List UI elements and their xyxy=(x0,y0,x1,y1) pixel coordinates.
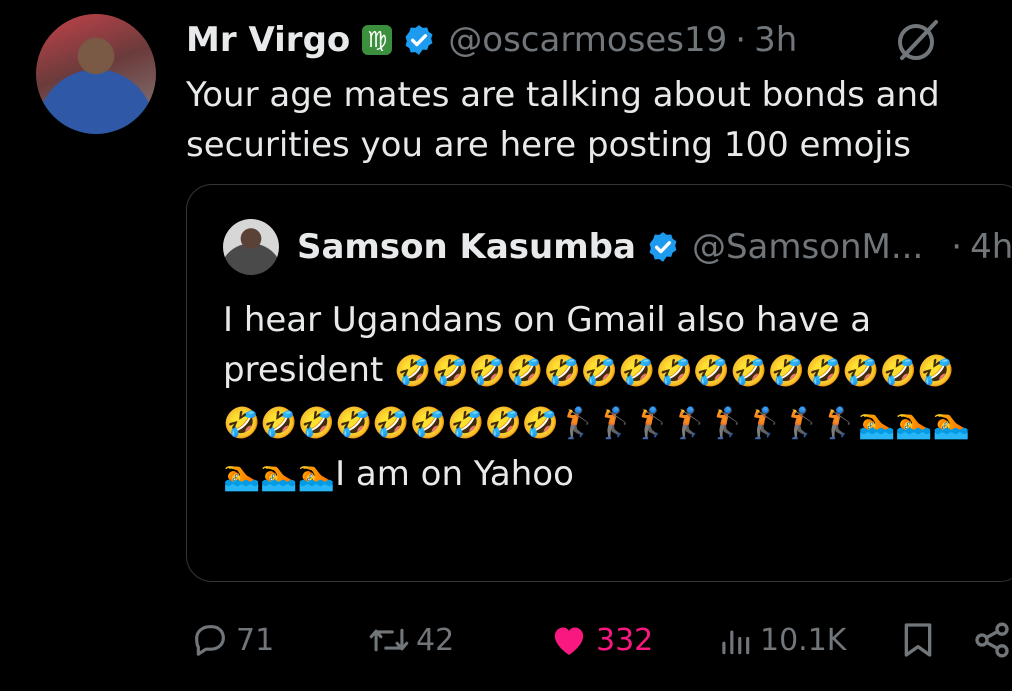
repost-icon xyxy=(369,628,409,652)
author-avatar[interactable] xyxy=(36,14,156,134)
separator-dot: · xyxy=(951,227,963,267)
quoted-author-avatar[interactable] xyxy=(223,219,279,275)
tweet-text: Your age mates are talking about bonds a… xyxy=(186,75,940,165)
repost-button[interactable]: 42 xyxy=(368,612,454,668)
author-name[interactable]: Mr Virgo xyxy=(186,20,350,60)
tweet-time[interactable]: 3h xyxy=(754,20,797,60)
like-button[interactable]: 332 xyxy=(548,612,653,668)
reply-count: 71 xyxy=(236,622,275,658)
heart-icon xyxy=(554,627,584,655)
separator-dot: · xyxy=(735,20,747,60)
author-handle[interactable]: @oscarmoses19 xyxy=(448,20,727,60)
views-icon xyxy=(722,630,750,655)
reply-icon xyxy=(195,625,225,656)
zodiac-badge: ♍ xyxy=(362,25,393,55)
quoted-tweet-header: Samson Kasumba @SamsonM... · 4h xyxy=(297,227,1012,267)
share-button[interactable] xyxy=(972,612,1012,668)
tweet-header: Mr Virgo ♍ @oscarmoses19 · 3h xyxy=(186,18,797,62)
quoted-author-handle[interactable]: @SamsonM... xyxy=(692,227,923,267)
quoted-author-name[interactable]: Samson Kasumba xyxy=(297,227,636,267)
bookmark-button[interactable] xyxy=(898,612,938,668)
verified-badge-icon xyxy=(646,230,680,264)
share-icon xyxy=(975,622,1009,658)
quoted-tweet-card[interactable]: Samson Kasumba @SamsonM... · 4h I hear U… xyxy=(186,184,1012,582)
bookmark-icon xyxy=(904,623,932,657)
grok-icon[interactable] xyxy=(892,14,944,66)
like-count: 332 xyxy=(596,622,654,658)
repost-count: 42 xyxy=(416,622,455,658)
verified-badge-icon xyxy=(402,23,436,57)
tweet-actions: 71 42 332 10.1K xyxy=(190,612,1012,668)
views-count: 10.1K xyxy=(760,622,847,658)
quoted-tweet-time[interactable]: 4h xyxy=(970,227,1012,267)
reply-button[interactable]: 71 xyxy=(190,612,274,668)
quoted-text-outro: I am on Yahoo xyxy=(335,454,574,494)
quoted-tweet-text: I hear Ugandans on Gmail also have a pre… xyxy=(223,295,973,501)
views-button[interactable]: 10.1K xyxy=(716,612,846,668)
